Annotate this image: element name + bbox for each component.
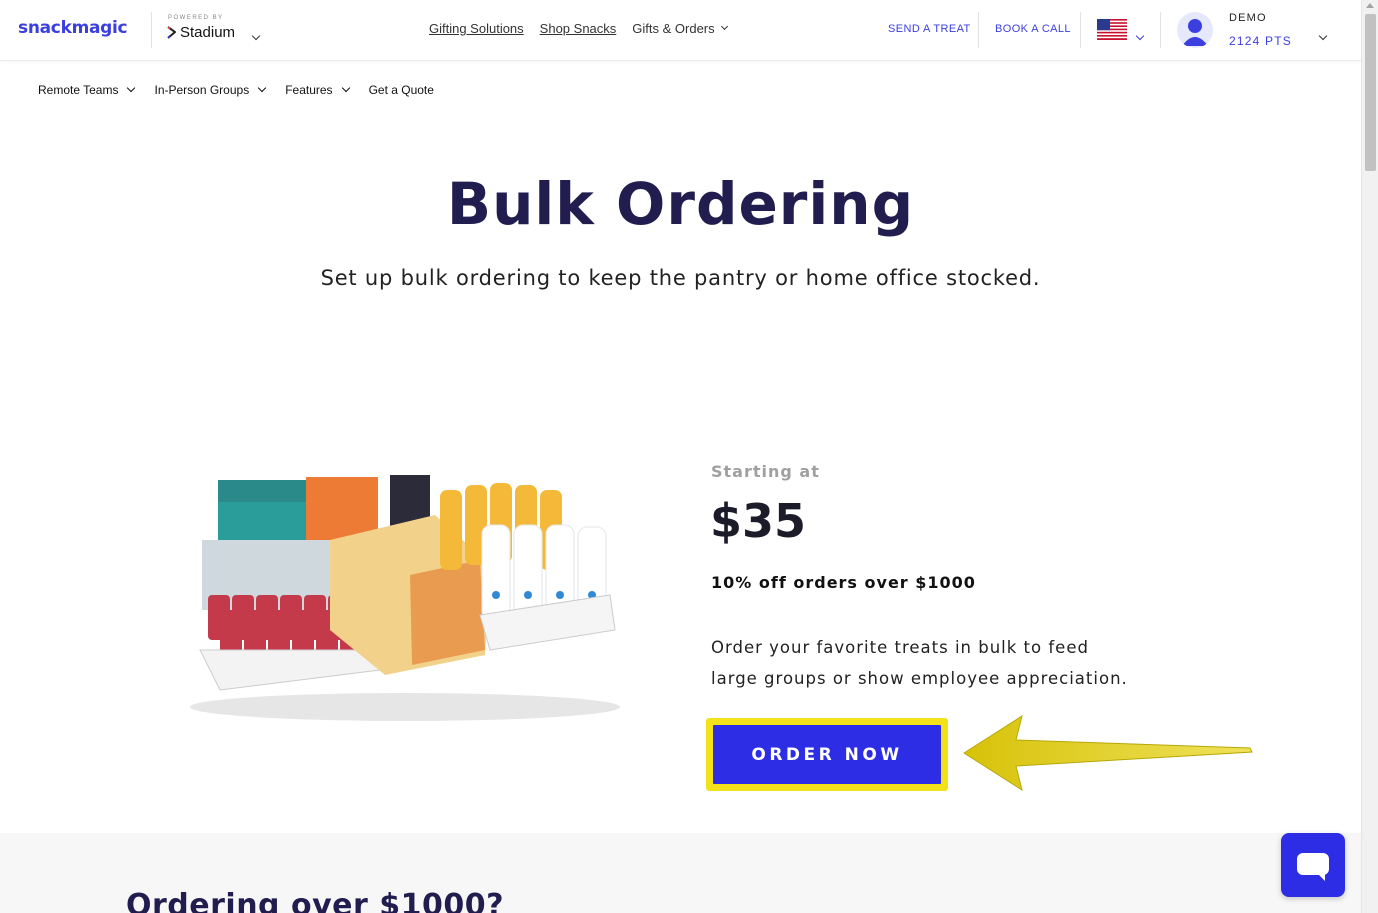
divider [1080, 12, 1081, 48]
nav-gifting-solutions[interactable]: Gifting Solutions [429, 21, 524, 36]
subnav-in-person-groups[interactable]: In-Person Groups [154, 83, 267, 97]
stadium-logo-icon [167, 26, 176, 39]
chat-widget-button[interactable] [1281, 833, 1345, 897]
nav-gifts-orders[interactable]: Gifts & Orders [632, 21, 728, 36]
bulk-snacks-product-image [190, 475, 620, 721]
user-avatar-icon [1182, 19, 1208, 46]
order-now-highlight: ORDER NOW [706, 718, 948, 791]
top-header: snackmagic POWERED BY Stadium Gifting So… [0, 0, 1361, 61]
subnav-get-a-quote[interactable]: Get a Quote [369, 83, 434, 97]
discount-text: 10% off orders over $1000 [711, 573, 976, 592]
send-a-treat-link[interactable]: SEND A TREAT [888, 23, 971, 35]
chevron-down-icon [341, 83, 350, 93]
stadium-brand[interactable]: Stadium [167, 24, 235, 41]
user-name: DEMO [1229, 12, 1267, 24]
page-subtitle: Set up bulk ordering to keep the pantry … [320, 266, 1041, 290]
starting-at-label: Starting at [711, 462, 820, 481]
book-a-call-link[interactable]: BOOK A CALL [995, 23, 1071, 35]
user-avatar[interactable] [1177, 12, 1213, 48]
user-menu-chevron-icon[interactable] [1318, 24, 1328, 43]
price-value: $35 [710, 494, 807, 548]
offer-description: Order your favorite treats in bulk to fe… [711, 638, 1128, 688]
subnav-features-label: Features [285, 83, 333, 97]
powered-by-label: POWERED BY [168, 15, 224, 21]
subnav-quote-label: Get a Quote [368, 83, 434, 97]
page-title: Bulk Ordering [446, 170, 915, 238]
main-nav: Gifting Solutions Shop Snacks Gifts & Or… [429, 21, 728, 36]
subnav-remote-teams[interactable]: Remote Teams [38, 83, 136, 97]
nav-gifts-orders-label: Gifts & Orders [632, 21, 715, 36]
snackmagic-logo[interactable]: snackmagic [18, 18, 128, 38]
chevron-down-icon [257, 83, 267, 93]
chat-bubble-tail [1315, 871, 1325, 881]
subnav-features[interactable]: Features [285, 83, 350, 97]
nav-shop-snacks[interactable]: Shop Snacks [540, 21, 617, 36]
scroll-up-arrow-icon[interactable] [1366, 3, 1374, 8]
order-now-button[interactable]: ORDER NOW [713, 725, 941, 784]
stadium-label: Stadium [180, 24, 236, 41]
subnav-remote-teams-label: Remote Teams [38, 83, 119, 97]
us-flag-icon[interactable] [1097, 19, 1127, 40]
page-scrollbar[interactable] [1361, 0, 1378, 913]
chevron-down-icon [127, 83, 136, 93]
sub-nav: Remote Teams In-Person Groups Features G… [38, 83, 434, 97]
pointer-arrow-icon [963, 714, 1253, 792]
scrollbar-thumb[interactable] [1365, 14, 1376, 171]
user-points: 2124 PTS [1229, 34, 1292, 48]
country-chevron-down-icon[interactable] [1135, 24, 1145, 43]
subnav-in-person-label: In-Person Groups [154, 83, 250, 97]
chevron-down-icon [720, 22, 728, 31]
divider [151, 12, 152, 48]
lower-section-title: Ordering over $1000? [126, 888, 504, 913]
divider [978, 12, 979, 48]
stadium-dropdown-chevron-icon[interactable] [251, 24, 261, 43]
divider [1160, 12, 1161, 48]
